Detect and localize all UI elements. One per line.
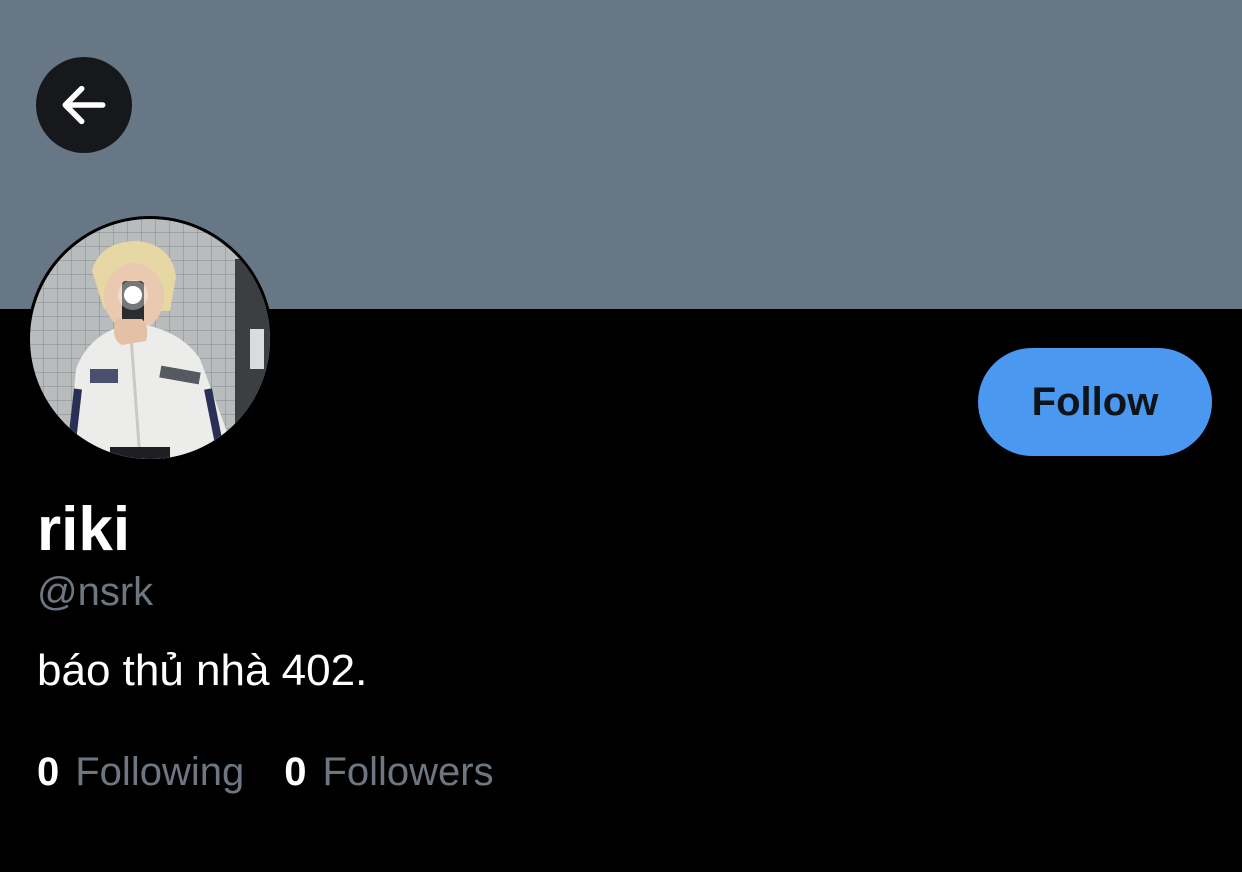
followers-link[interactable]: 0 Followers [284,746,493,798]
following-label: Following [75,750,245,794]
profile-photo [30,219,270,459]
followers-label: Followers [322,750,494,794]
following-count: 0 [37,750,60,794]
followers-count: 0 [284,750,307,794]
username-handle: @nsrk [37,570,154,614]
back-button[interactable] [36,57,132,153]
profile-page: Follow riki @nsrk báo thủ nhà 402. 0 Fol… [0,0,1242,872]
follow-button[interactable]: Follow [978,348,1212,456]
display-name: riki [37,495,131,564]
avatar[interactable] [27,216,273,462]
profile-stats: 0 Following 0 Followers [37,746,494,798]
profile-bio: báo thủ nhà 402. [37,646,368,695]
arrow-left-icon [62,85,106,125]
following-link[interactable]: 0 Following [37,746,244,798]
